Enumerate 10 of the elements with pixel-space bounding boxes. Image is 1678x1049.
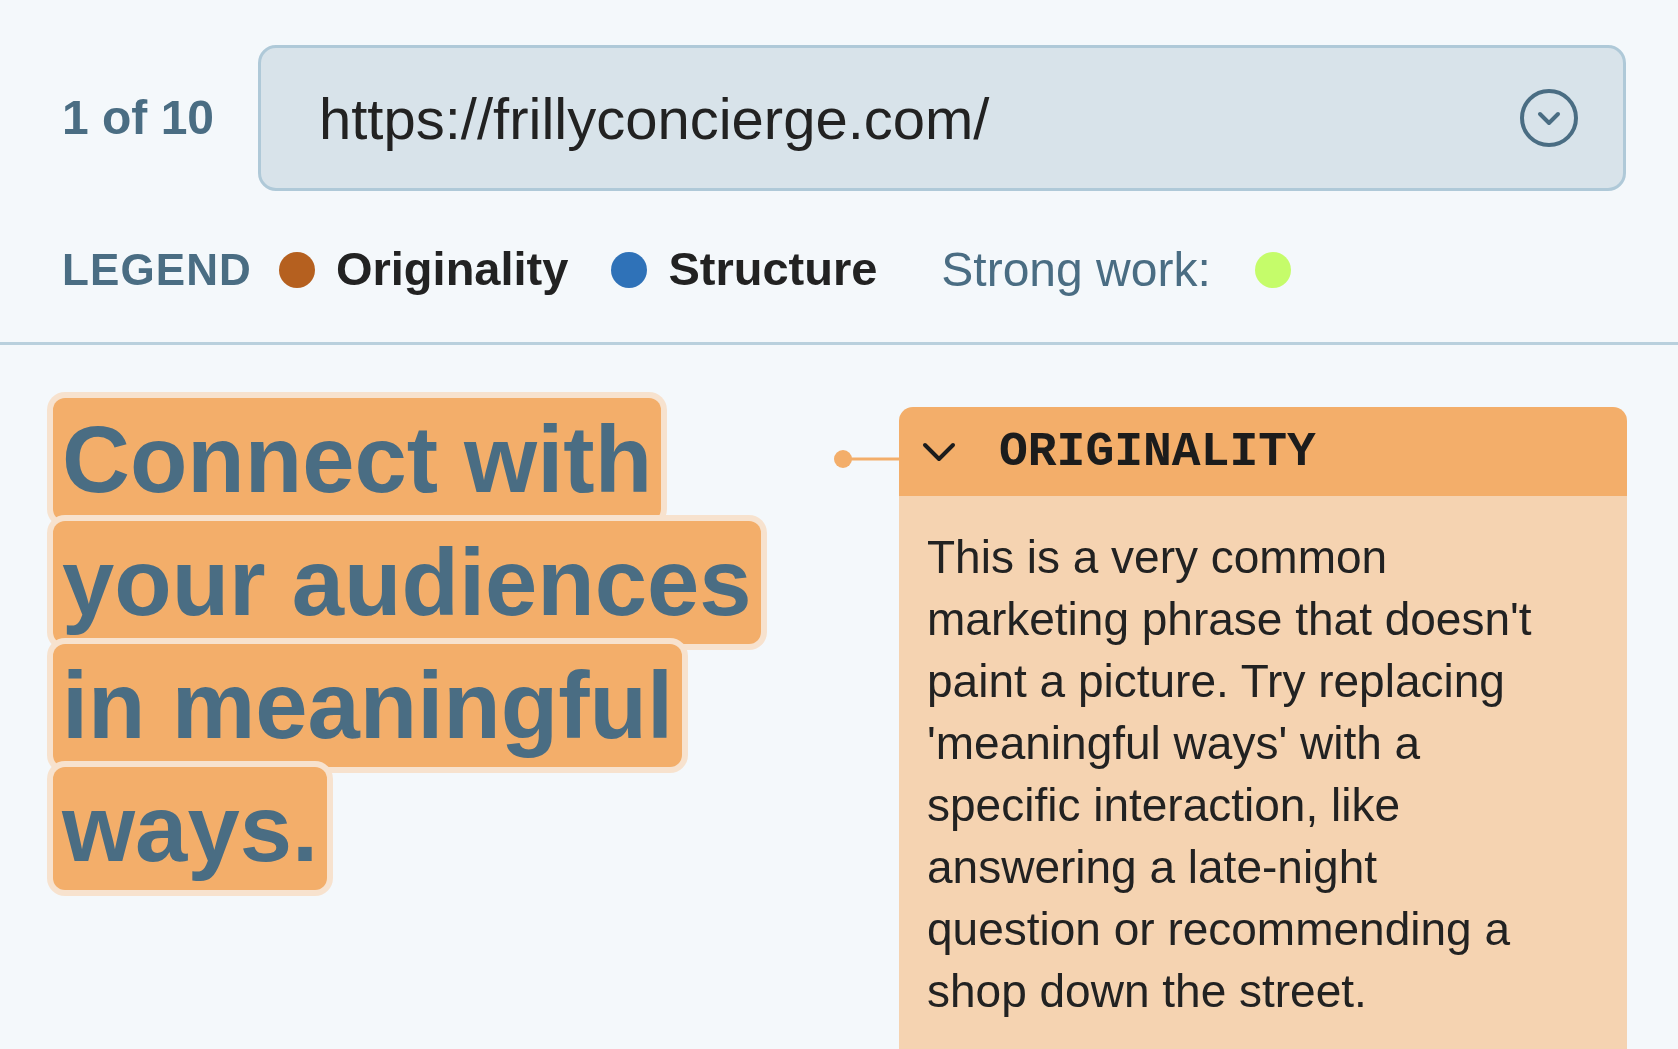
url-select[interactable]: https://frillyconcierge.com/ [258, 45, 1626, 191]
comment-header[interactable]: ORIGINALITY [899, 407, 1627, 496]
chevron-circle-icon [1519, 88, 1579, 148]
legend-label: Originality [335, 241, 569, 298]
connector-line [833, 449, 899, 469]
strong-work-label: Strong work: [941, 241, 1211, 298]
comment-text: This is a very common marketing phrase that doesn't paint a picture. Try replacing 'meaningful ways' with a specific interaction, like answering a late-night question or recommending a shop down the street. [927, 530, 1533, 1019]
legend-title: LEGEND [62, 243, 252, 296]
legend-label: Structure [668, 241, 878, 298]
page-counter: 1 of 10 [62, 90, 216, 146]
